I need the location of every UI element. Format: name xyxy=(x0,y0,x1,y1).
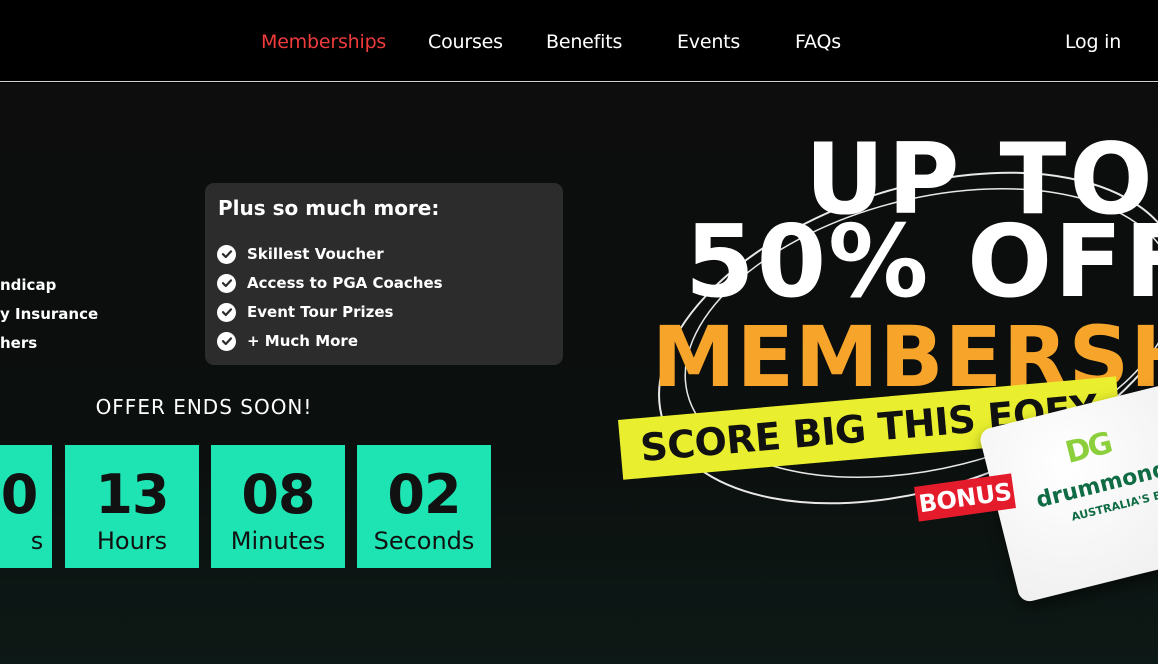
check-icon xyxy=(217,273,236,293)
countdown-seconds-value: 02 xyxy=(387,463,461,526)
check-icon xyxy=(217,302,236,322)
hero-section: ndicap y Insurance hers Plus so much mor… xyxy=(0,83,1158,664)
perk-item-insurance: y Insurance xyxy=(0,305,99,323)
check-icon xyxy=(217,331,236,351)
promo-discount-text: 50% OFF xyxy=(685,203,1158,320)
countdown-seconds-unit: Seconds xyxy=(373,527,475,555)
more-benefit-label: + Much More xyxy=(247,332,358,350)
more-benefit-label: Skillest Voucher xyxy=(247,245,384,263)
more-benefit-item: Access to PGA Coaches xyxy=(217,273,443,293)
nav-link-faqs[interactable]: FAQs xyxy=(795,31,841,53)
nav-link-benefits[interactable]: Benefits xyxy=(546,31,622,53)
countdown-seconds-box: 02 Seconds xyxy=(357,445,491,568)
more-benefits-card: Plus so much more: Skillest Voucher Acce… xyxy=(205,183,563,365)
nav-link-events[interactable]: Events xyxy=(677,31,740,53)
perk-item-handicap: ndicap xyxy=(0,276,57,294)
countdown-days-box: 0 s xyxy=(0,445,52,568)
offer-ends-heading: OFFER ENDS SOON! xyxy=(95,395,313,419)
more-benefit-item: Skillest Voucher xyxy=(217,244,384,264)
more-benefit-label: Access to PGA Coaches xyxy=(247,274,443,292)
perk-item-vouchers: hers xyxy=(0,334,38,352)
countdown-hours-value: 13 xyxy=(95,463,169,526)
countdown-minutes-value: 08 xyxy=(241,463,315,526)
countdown-hours-box: 13 Hours xyxy=(65,445,199,568)
more-benefit-item: Event Tour Prizes xyxy=(217,302,393,322)
check-icon xyxy=(217,244,236,264)
more-benefit-item: + Much More xyxy=(217,331,358,351)
nav-link-memberships[interactable]: Memberships xyxy=(261,31,386,53)
login-link[interactable]: Log in xyxy=(1065,31,1121,53)
more-benefits-title: Plus so much more: xyxy=(218,196,440,220)
drummond-golf-logo: DG xyxy=(1061,425,1115,471)
nav-link-courses[interactable]: Courses xyxy=(428,31,503,53)
countdown-hours-unit: Hours xyxy=(96,527,168,555)
countdown-minutes-unit: Minutes xyxy=(230,527,326,555)
promo-graphic: UP TO 50% OFF MEMBERSHIP SCORE BIG THIS … xyxy=(600,83,1158,664)
countdown-minutes-box: 08 Minutes xyxy=(211,445,345,568)
top-navigation-bar: Memberships Courses Benefits Events FAQs… xyxy=(0,0,1158,82)
more-benefit-label: Event Tour Prizes xyxy=(247,303,394,321)
